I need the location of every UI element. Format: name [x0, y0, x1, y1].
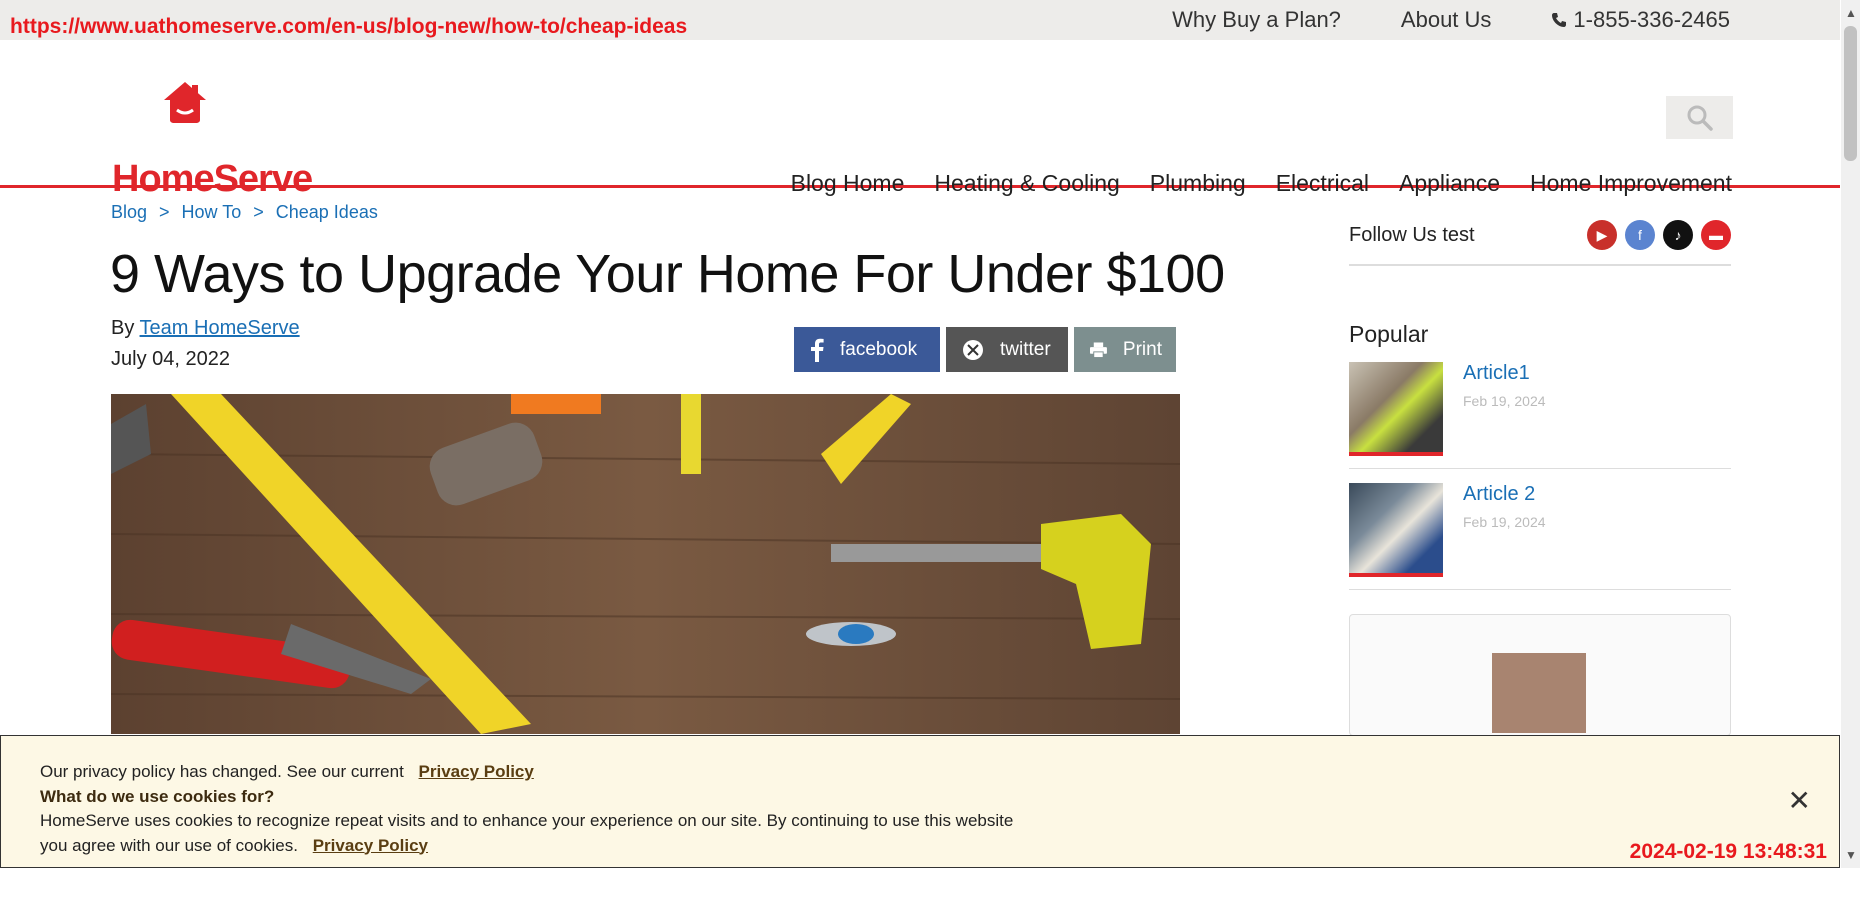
privacy-policy-link[interactable]: Privacy Policy	[419, 762, 534, 781]
print-button[interactable]: Print	[1074, 327, 1176, 372]
nav-electrical[interactable]: Electrical	[1276, 170, 1369, 197]
search-button[interactable]	[1666, 96, 1733, 139]
print-label: Print	[1122, 338, 1162, 360]
promo-card[interactable]	[1349, 614, 1731, 736]
breadcrumb: Blog > How To > Cheap Ideas	[111, 202, 378, 223]
about-link[interactable]: About Us	[1401, 7, 1492, 33]
breadcrumb-blog[interactable]: Blog	[111, 202, 147, 223]
page-scrollbar[interactable]: ▲ ▼	[1841, 0, 1860, 868]
cookie-body-text: HomeServe uses cookies to recognize repe…	[40, 811, 1014, 855]
house-logo-icon	[164, 82, 206, 123]
byline: By Team HomeServe	[111, 317, 300, 340]
article-date: Feb 19, 2024	[1463, 514, 1546, 530]
scroll-up-arrow-icon[interactable]: ▲	[1845, 6, 1857, 20]
why-buy-link[interactable]: Why Buy a Plan?	[1172, 7, 1341, 33]
cookie-policy-notice: Our privacy policy has changed. See our …	[40, 762, 404, 781]
url-overlay: https://www.uathomeserve.com/en-us/blog-…	[10, 15, 688, 38]
twitter-share-label: twitter	[1000, 338, 1051, 360]
nav-blog-home[interactable]: Blog Home	[791, 170, 905, 197]
scroll-down-arrow-icon[interactable]: ▼	[1845, 848, 1857, 862]
twitter-share-button[interactable]: twitter	[946, 327, 1068, 372]
breadcrumb-separator: >	[253, 202, 264, 222]
site-header: HomeServe Blog Home Heating & Cooling Pl…	[0, 40, 1840, 200]
byline-prefix: By	[111, 317, 135, 339]
logo-wordmark: HomeServe	[112, 158, 313, 200]
homeserve-logo[interactable]: HomeServe	[112, 80, 327, 200]
facebook-share-label: facebook	[840, 338, 918, 360]
facebook-share-button[interactable]: facebook	[794, 327, 940, 372]
close-icon[interactable]: ✕	[1788, 784, 1811, 817]
breadcrumb-cheap-ideas[interactable]: Cheap Ideas	[276, 202, 378, 223]
article-title-link[interactable]: Article1	[1463, 362, 1546, 385]
popular-article[interactable]: Article 2 Feb 19, 2024	[1349, 469, 1731, 590]
search-icon	[1687, 105, 1713, 131]
follow-us-row: Follow Us test ▶ f ♪ ▬	[1349, 210, 1731, 266]
tiktok-icon[interactable]: ♪	[1663, 220, 1693, 250]
cookie-banner: Our privacy policy has changed. See our …	[0, 735, 1840, 868]
phone-link[interactable]: 1-855-336-2465	[1551, 7, 1730, 33]
nav-home-improvement[interactable]: Home Improvement	[1530, 170, 1732, 197]
article-title: 9 Ways to Upgrade Your Home For Under $1…	[110, 244, 1225, 304]
scrollbar-thumb[interactable]	[1844, 26, 1857, 161]
cookie-heading: What do we use cookies for?	[40, 786, 275, 806]
hero-image-tools	[111, 394, 1180, 734]
promo-image	[1492, 653, 1586, 733]
article-thumbnail[interactable]	[1349, 483, 1443, 577]
article-date: Feb 19, 2024	[1463, 393, 1546, 409]
privacy-policy-link-2[interactable]: Privacy Policy	[313, 836, 428, 855]
truck-icon[interactable]: ▬	[1701, 220, 1731, 250]
main-nav: Blog Home Heating & Cooling Plumbing Ele…	[791, 170, 1732, 197]
phone-icon	[1552, 13, 1567, 27]
timestamp-overlay: 2024-02-19 13:48:31	[1629, 840, 1827, 863]
nav-appliance[interactable]: Appliance	[1399, 170, 1500, 197]
printer-icon	[1090, 341, 1107, 358]
facebook-icon	[811, 338, 824, 362]
nav-plumbing[interactable]: Plumbing	[1150, 170, 1246, 197]
article-thumbnail[interactable]	[1349, 362, 1443, 456]
breadcrumb-how-to[interactable]: How To	[182, 202, 242, 223]
follow-us-label: Follow Us test	[1349, 223, 1475, 246]
share-buttons: facebook twitter Print	[794, 327, 1176, 372]
article-title-link[interactable]: Article 2	[1463, 483, 1546, 506]
phone-number: 1-855-336-2465	[1573, 7, 1730, 32]
facebook-icon[interactable]: f	[1625, 220, 1655, 250]
breadcrumb-separator: >	[159, 202, 170, 222]
youtube-icon[interactable]: ▶	[1587, 220, 1617, 250]
author-link[interactable]: Team HomeServe	[140, 317, 300, 339]
popular-article[interactable]: Article1 Feb 19, 2024	[1349, 348, 1731, 469]
sidebar: Follow Us test ▶ f ♪ ▬ Popular Article1 …	[1349, 210, 1731, 736]
nav-heating-cooling[interactable]: Heating & Cooling	[934, 170, 1119, 197]
popular-heading: Popular	[1349, 321, 1429, 347]
social-icons: ▶ f ♪ ▬	[1587, 220, 1731, 250]
x-twitter-icon	[963, 339, 983, 360]
article-date: July 04, 2022	[111, 348, 230, 370]
